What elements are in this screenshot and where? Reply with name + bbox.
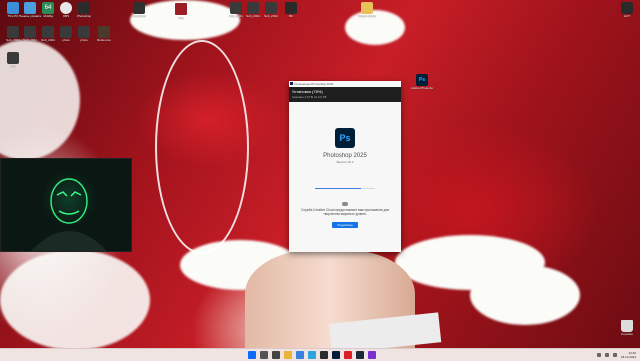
- install-status-heading: Установка (76%): [292, 89, 323, 94]
- obs-icon[interactable]: [320, 351, 328, 359]
- file-icon: [265, 2, 277, 14]
- obs-icon: [60, 2, 72, 14]
- desktop-icon-file[interactable]: Sub: [2, 52, 24, 68]
- file-icon: [7, 26, 19, 38]
- desktop-icon-photoshop[interactable]: Ps Adobe Photoshop: [411, 74, 433, 90]
- installer-header: Установка (76%) Скачано 1,5 ГБ из 2,0 ГБ: [289, 87, 401, 102]
- photoshop-app-icon: [290, 82, 293, 85]
- taskbar: 13:46 18.12.2024: [0, 348, 640, 361]
- file-explorer-icon[interactable]: [284, 351, 292, 359]
- app-icon: [621, 2, 633, 14]
- chevron-up-icon[interactable]: [596, 353, 601, 357]
- clock-date: 18.12.2024: [620, 355, 636, 359]
- wallpaper-fur: [470, 265, 580, 325]
- installer-window[interactable]: Установщик Photoshop 2025 Установка (76%…: [289, 81, 401, 252]
- system-tray: 13:46 18.12.2024: [596, 350, 636, 360]
- wallpaper-fur: [0, 250, 150, 348]
- steam-icon[interactable]: [356, 351, 364, 359]
- windows-start-icon[interactable]: [248, 351, 256, 359]
- desktop-icon-new-folder[interactable]: Новая папка: [356, 2, 378, 18]
- file-icon: [230, 2, 242, 14]
- window-title: Установщик Photoshop 2025: [294, 82, 334, 86]
- install-status-subheading: Скачано 1,5 ГБ из 2,0 ГБ: [292, 95, 327, 99]
- folder-icon: [78, 2, 90, 14]
- photoshop-icon[interactable]: [332, 351, 340, 359]
- recycle-bin-icon: [621, 320, 633, 332]
- creative-cloud-icon: [342, 202, 348, 206]
- file-icon: [60, 26, 72, 38]
- volume-icon[interactable]: [612, 353, 617, 357]
- photoshop-icon: Ps: [335, 128, 355, 148]
- file-icon: [24, 26, 36, 38]
- app-icon: [98, 26, 110, 38]
- info-message: Служба Creative Cloud предоставляет вам …: [300, 208, 390, 217]
- desktop-icon-hot[interactable]: НОТ: [616, 2, 638, 18]
- folder-icon: [285, 2, 297, 14]
- desktop-icon-text[interactable]: Text: [170, 2, 192, 20]
- file-icon: [174, 2, 188, 16]
- app-icon: [133, 2, 145, 14]
- photoshop-icon: Ps: [416, 74, 428, 86]
- install-progress-fill: [315, 188, 361, 189]
- file-icon: [7, 52, 19, 64]
- desktop-icon-vk-folder[interactable]: ВК: [280, 2, 302, 18]
- desktop-icon-reference[interactable]: Reference: [93, 26, 115, 42]
- product-version: Версия 26.2: [336, 160, 354, 164]
- install-progress-bar: [315, 188, 375, 189]
- desktop-icon-folder-photoshop[interactable]: Photoshop: [73, 2, 95, 18]
- desktop-icon-host-editor[interactable]: HostEditor: [128, 2, 150, 18]
- more-info-button[interactable]: Подробнее: [332, 222, 358, 229]
- control-panel-icon: [24, 2, 36, 14]
- pc-icon: [7, 2, 19, 14]
- telegram-icon[interactable]: [308, 351, 316, 359]
- wallpaper-cord: [155, 40, 249, 254]
- task-view-icon[interactable]: [272, 351, 280, 359]
- taskbar-apps: [248, 351, 376, 359]
- desktop-icon-recycle-bin[interactable]: Корзина: [616, 320, 638, 336]
- desktop-icon-photo[interactable]: photo: [73, 26, 95, 42]
- webcam-face-mask-icon: [31, 178, 107, 251]
- search-icon[interactable]: [260, 351, 268, 359]
- desktop-icon-file[interactable]: Sub_2024: [260, 2, 282, 18]
- clock[interactable]: 13:46 18.12.2024: [621, 351, 636, 359]
- installer-titlebar[interactable]: Установщик Photoshop 2025: [289, 81, 401, 87]
- webcam-overlay: [0, 158, 132, 252]
- folder-icon: [361, 2, 373, 14]
- media-icon[interactable]: [368, 351, 376, 359]
- creative-cloud-icon[interactable]: [344, 351, 352, 359]
- file-icon: [247, 2, 259, 14]
- wifi-icon[interactable]: [604, 353, 609, 357]
- product-name: Photoshop 2025: [323, 153, 367, 159]
- x64dbg-icon: 64: [42, 2, 54, 14]
- browser-icon[interactable]: [296, 351, 304, 359]
- file-icon: [78, 26, 90, 38]
- file-icon: [42, 26, 54, 38]
